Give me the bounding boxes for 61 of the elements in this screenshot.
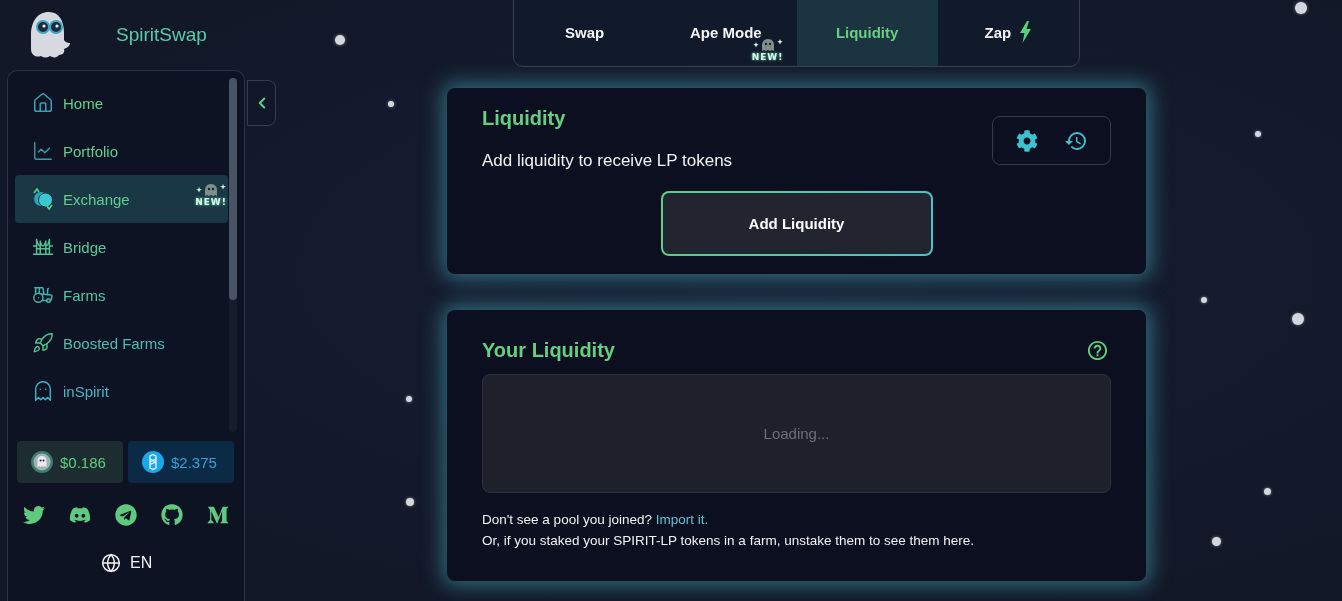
- ghost-icon: [32, 380, 54, 402]
- nav-item[interactable]: Bridge: [15, 223, 228, 271]
- social-link[interactable]: [160, 503, 184, 527]
- home-icon: [32, 92, 54, 114]
- unstake-note: Or, if you staked your SPIRIT-LP tokens in a farm, unstake them to see them here.: [482, 532, 975, 550]
- nav-item[interactable]: inSpirit: [15, 367, 228, 415]
- tab[interactable]: Liquidity: [796, 0, 938, 66]
- snow-dot: [1264, 488, 1271, 495]
- scrollbar[interactable]: [229, 78, 237, 432]
- social-link[interactable]: [22, 503, 46, 527]
- loading-text: Loading...: [763, 425, 830, 442]
- github-icon: [161, 504, 183, 526]
- pool-hint: Don't see a pool you joined? Import it.: [482, 511, 710, 529]
- add-liquidity-button[interactable]: Add Liquidity: [660, 191, 933, 256]
- brand-name: SpiritSwap: [116, 23, 207, 47]
- snow-dot: [388, 101, 394, 107]
- tab[interactable]: Ape Mode NEW!: [655, 0, 797, 66]
- import-link[interactable]: Import it.: [655, 512, 709, 527]
- new-label: NEW!: [195, 197, 227, 207]
- snow-dot: [1212, 537, 1221, 546]
- nav-item[interactable]: Portfolio: [15, 127, 228, 175]
- lightning-icon: [1019, 21, 1033, 43]
- ghost-sparkles-icon: [194, 183, 228, 197]
- snow-dot: [406, 396, 412, 402]
- new-label: NEW!: [751, 52, 784, 62]
- line-chart-icon: [32, 140, 54, 162]
- snow-dot: [335, 35, 345, 45]
- telegram-icon: [115, 504, 137, 526]
- card-title: Liquidity: [482, 106, 567, 130]
- snow-dot: [1201, 297, 1207, 303]
- help-icon[interactable]: [1086, 338, 1109, 362]
- nav-item[interactable]: Exchange NEW!: [15, 175, 228, 223]
- globe-icon[interactable]: [101, 553, 121, 573]
- card-title: Your Liquidity: [482, 338, 615, 362]
- snow-dot: [1255, 131, 1261, 137]
- tractor-icon: [32, 284, 54, 306]
- nav-item[interactable]: Home: [15, 79, 228, 127]
- twitter-icon: [23, 504, 45, 526]
- price-chip[interactable]: $2.375: [128, 441, 234, 483]
- social-link[interactable]: [114, 503, 138, 527]
- card-subtitle: Add liquidity to receive LP tokens: [482, 150, 733, 172]
- ghost-token-icon: [31, 451, 53, 473]
- snow-dot: [1295, 2, 1307, 14]
- collapse-button[interactable]: [247, 80, 276, 126]
- scrollbar-thumb[interactable]: [229, 78, 237, 300]
- tab[interactable]: Zap: [937, 0, 1079, 66]
- token-icon: [142, 451, 164, 473]
- bridge-icon: [32, 236, 54, 258]
- language-label[interactable]: EN: [130, 554, 153, 572]
- rocket-icon: [32, 332, 54, 354]
- snow-dot: [1292, 313, 1304, 325]
- settings-button[interactable]: [1015, 129, 1038, 152]
- coins-icon: [32, 188, 54, 210]
- nav-item[interactable]: Farms: [15, 271, 228, 319]
- medium-icon: [207, 504, 229, 526]
- ghost-logo-icon: [28, 10, 72, 60]
- settings-icon: [1015, 129, 1038, 152]
- price-chip[interactable]: $0.186: [17, 441, 123, 483]
- nav-item[interactable]: Boosted Farms: [15, 319, 228, 367]
- snow-dot: [406, 498, 414, 506]
- tab[interactable]: Swap: [514, 0, 656, 66]
